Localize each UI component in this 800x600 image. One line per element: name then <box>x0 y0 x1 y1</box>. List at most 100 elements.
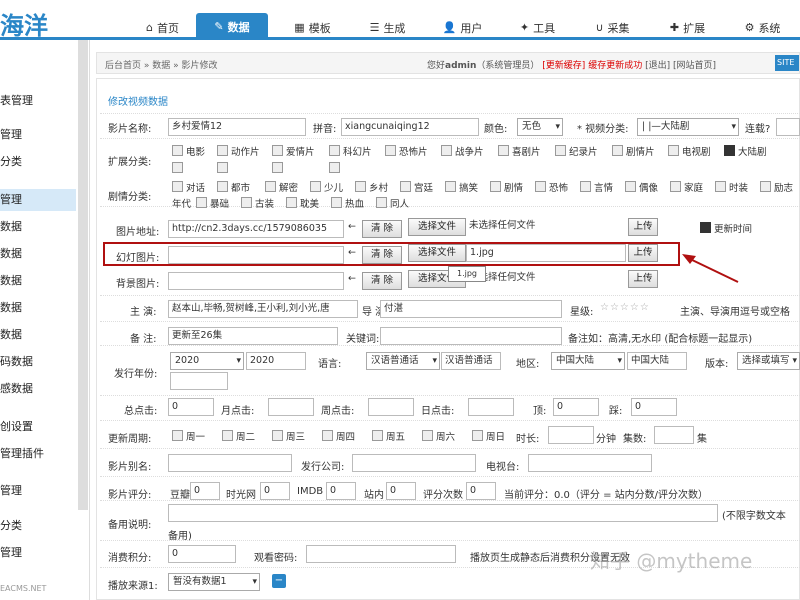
sidebar-item[interactable]: 管理 <box>0 124 76 146</box>
weekday-checkbox[interactable]: 周五 <box>372 429 405 443</box>
sidebar-item[interactable]: 数据 <box>0 243 76 265</box>
ext-category-checkbox[interactable] <box>272 162 286 175</box>
ext-category-checkbox[interactable]: 电视剧 <box>668 144 711 158</box>
plot-checkbox[interactable]: 热血 <box>331 196 364 210</box>
area-input[interactable]: 中国大陆 <box>627 352 687 370</box>
plot-checkbox[interactable]: 少儿 <box>310 180 343 194</box>
sidebar-item[interactable]: 分类 <box>0 151 76 173</box>
plot-checkbox[interactable]: 都市 <box>217 180 250 194</box>
plot-checkbox[interactable]: 恐怖 <box>535 180 568 194</box>
plot-checkbox[interactable]: 耽美 <box>286 196 319 210</box>
hits-week-input[interactable] <box>368 398 414 416</box>
update-time-checkbox[interactable]: 更新时间 <box>700 221 752 235</box>
nav-template[interactable]: ▦ 模板 <box>285 15 340 40</box>
plot-checkbox[interactable]: 偶像 <box>625 180 658 194</box>
tv-input[interactable] <box>528 454 652 472</box>
ext-category-checkbox[interactable] <box>172 162 186 175</box>
nav-system[interactable]: ⚙ 系统 <box>735 15 790 40</box>
sidebar-item[interactable]: 码数据 <box>0 351 76 373</box>
language-input[interactable]: 汉语普通话 <box>441 352 501 370</box>
ext-category-checkbox[interactable]: 大陆剧 <box>724 144 767 158</box>
plot-checkbox[interactable]: 时装 <box>715 180 748 194</box>
sidebar-item[interactable]: 感数据 <box>0 378 76 400</box>
plot-checkbox[interactable]: 搞笑 <box>445 180 478 194</box>
ext-category-checkbox[interactable]: 恐怖片 <box>385 144 428 158</box>
sidebar-item[interactable]: 分类 <box>0 515 76 537</box>
site-button[interactable]: SITE <box>775 55 799 71</box>
up-input[interactable]: 0 <box>553 398 599 416</box>
ext-category-checkbox[interactable]: 电影 <box>172 144 205 158</box>
weekday-checkbox[interactable]: 周六 <box>422 429 455 443</box>
plot-checkbox[interactable]: 解密 <box>265 180 298 194</box>
desc-input[interactable] <box>168 504 718 522</box>
site-score-input[interactable]: 0 <box>386 482 416 500</box>
sidebar-scrollbar[interactable] <box>78 40 88 510</box>
nav-collect[interactable]: ∪ 采集 <box>585 15 640 40</box>
votes-input[interactable]: 0 <box>466 482 496 500</box>
update-cache-link[interactable]: [更新缓存] <box>542 61 585 71</box>
plot-checkbox[interactable]: 家庭 <box>670 180 703 194</box>
pic-url-input[interactable]: http://cn2.3days.cc/1579086035 <box>168 220 344 238</box>
plot-checkbox[interactable]: 暴础 <box>196 196 229 210</box>
sidebar-item[interactable]: 数据 <box>0 297 76 319</box>
serial-input[interactable] <box>776 118 800 136</box>
nav-extend[interactable]: ✚ 扩展 <box>660 15 715 40</box>
imdb-input[interactable]: 0 <box>326 482 356 500</box>
douban-input[interactable]: 0 <box>190 482 220 500</box>
episodes-input[interactable] <box>654 426 694 444</box>
hits-day-input[interactable] <box>468 398 514 416</box>
ext-category-checkbox[interactable]: 纪录片 <box>555 144 598 158</box>
plot-checkbox-label[interactable]: 年代 <box>172 196 191 210</box>
weekday-checkbox[interactable]: 周三 <box>272 429 305 443</box>
bg-url-input[interactable] <box>168 272 344 290</box>
ext-category-checkbox[interactable]: 科幻片 <box>329 144 372 158</box>
plot-checkbox[interactable]: 宫廷 <box>400 180 433 194</box>
site-home-link[interactable]: [网站首页] <box>673 61 716 71</box>
weekday-checkbox[interactable]: 周一 <box>172 429 205 443</box>
sidebar-item[interactable]: 数据 <box>0 270 76 292</box>
alias-input[interactable] <box>168 454 292 472</box>
logout-link[interactable]: [退出] <box>645 61 670 71</box>
director-input[interactable]: 付湛 <box>380 300 562 318</box>
year-input[interactable]: 2020 <box>246 352 306 370</box>
mtime-input[interactable]: 0 <box>260 482 290 500</box>
sidebar-item-active[interactable]: 管理 <box>0 189 76 211</box>
clear-button[interactable]: 清 除 <box>362 220 402 238</box>
company-input[interactable] <box>352 454 476 472</box>
ext-category-checkbox[interactable]: 战争片 <box>441 144 484 158</box>
plot-checkbox[interactable]: 励志 <box>760 180 793 194</box>
ext-category-checkbox[interactable]: 动作片 <box>217 144 260 158</box>
sidebar-item[interactable]: 表管理 <box>0 90 76 112</box>
color-select[interactable]: 无色 <box>517 118 563 136</box>
weekday-checkbox[interactable]: 周日 <box>472 429 505 443</box>
upload-button[interactable]: 上传 <box>628 270 658 288</box>
plot-checkbox[interactable]: 古装 <box>241 196 274 210</box>
add-source-icon[interactable]: − <box>272 574 286 588</box>
sidebar-item[interactable]: 数据 <box>0 216 76 238</box>
hits-month-input[interactable] <box>268 398 314 416</box>
sidebar-item[interactable]: 管理 <box>0 480 76 502</box>
nav-data[interactable]: ✎ 数据 <box>196 13 268 40</box>
plot-checkbox[interactable]: 同人 <box>376 196 409 210</box>
sidebar-item[interactable]: 管理 <box>0 542 76 564</box>
nav-generate[interactable]: ☰ 生成 <box>360 15 415 40</box>
ext-category-checkbox[interactable]: 喜剧片 <box>498 144 541 158</box>
keyword-input[interactable] <box>380 327 562 345</box>
hits-total-input[interactable]: 0 <box>168 398 214 416</box>
duration-input[interactable] <box>548 426 594 444</box>
nav-tools[interactable]: ✦ 工具 <box>510 15 565 40</box>
sidebar-item[interactable]: 数据 <box>0 324 76 346</box>
plot-checkbox[interactable]: 言情 <box>580 180 613 194</box>
ext-category-checkbox[interactable] <box>217 162 231 175</box>
category-select[interactable]: | |—大陆剧 <box>637 118 739 136</box>
nav-user[interactable]: 👤 用户 <box>435 15 490 40</box>
ext-category-checkbox[interactable]: 爱情片 <box>272 144 315 158</box>
year-select[interactable]: 2020 <box>170 352 244 370</box>
ext-category-checkbox[interactable] <box>329 162 343 175</box>
year-extra-input[interactable] <box>170 372 228 390</box>
clear-button[interactable]: 清 除 <box>362 272 402 290</box>
area-select[interactable]: 中国大陆 <box>551 352 625 370</box>
weekday-checkbox[interactable]: 周二 <box>222 429 255 443</box>
rating-stars[interactable]: ☆☆☆☆☆ <box>600 302 650 313</box>
sidebar-item[interactable]: 管理插件 <box>0 443 76 465</box>
